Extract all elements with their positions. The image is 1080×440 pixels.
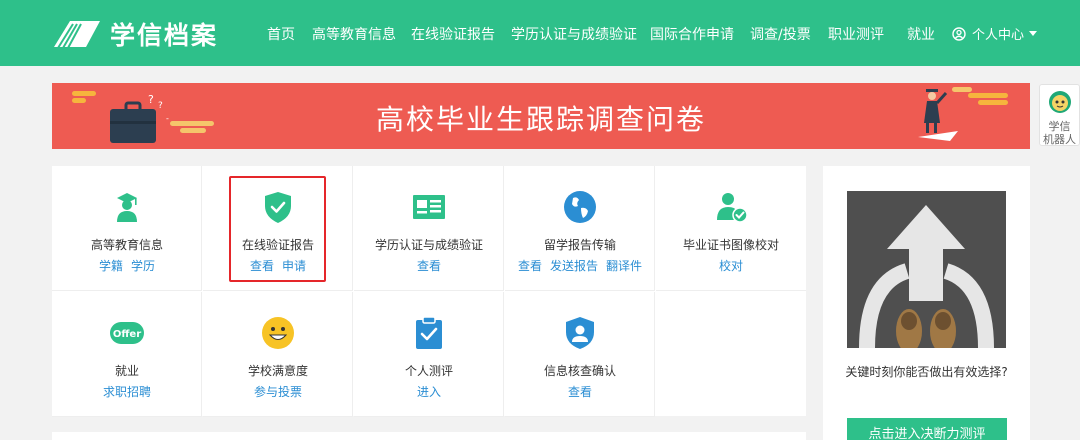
book-logo-icon: [54, 21, 100, 49]
nav-higher-education[interactable]: 高等教育信息: [312, 24, 396, 44]
nav-career-test[interactable]: 职业测评: [828, 24, 884, 44]
decision-test-ad: 关键时刻你能否做出有效选择? 点击进入决断力测评: [823, 166, 1030, 440]
service-title: 留学报告传输: [543, 238, 616, 252]
service-personal-assessment[interactable]: 个人测评 进入: [354, 292, 504, 417]
service-certification[interactable]: 学历认证与成绩验证 查看: [354, 166, 504, 291]
service-study-abroad-report[interactable]: 留学报告传输 查看 发送报告 翻译件: [505, 166, 655, 291]
graduate-figure-icon: [918, 89, 958, 141]
service-info-verification[interactable]: 信息核查确认 查看: [505, 292, 655, 417]
decor-stripe: [968, 93, 1008, 98]
nav-home[interactable]: 首页: [267, 24, 295, 44]
service-title: 学校满意度: [247, 364, 308, 378]
nav-online-report[interactable]: 在线验证报告: [411, 24, 495, 44]
highlight-annotation: [229, 176, 326, 282]
nav-survey[interactable]: 调查/投票: [750, 24, 811, 44]
service-grid: 高等教育信息 学籍 学历 在线验证报告 查看 申请 学历认证与成绩验证 查看 留…: [52, 166, 806, 417]
service-links: 学籍 学历: [52, 257, 202, 274]
chevron-down-icon: [1029, 31, 1038, 36]
service-certificate-image-check[interactable]: 毕业证书图像校对 校对: [656, 166, 806, 291]
top-header: 学信档案 首页 高等教育信息 在线验证报告 学历认证与成绩验证 国际合作申请 调…: [0, 0, 1080, 66]
offer-icon: Offer: [110, 322, 144, 344]
nav-certification[interactable]: 学历认证与成绩验证: [511, 24, 637, 44]
smiley-icon: [262, 317, 294, 349]
service-title: 高等教育信息: [90, 238, 163, 252]
service-higher-education[interactable]: 高等教育信息 学籍 学历: [52, 166, 202, 291]
user-circle-icon: [952, 26, 966, 41]
service-title: 个人测评: [404, 364, 453, 378]
globe-icon: [564, 191, 596, 223]
link-enter[interactable]: 进入: [417, 385, 441, 399]
robot-icon: [1048, 91, 1071, 113]
service-school-satisfaction[interactable]: 学校满意度 参与投票: [203, 292, 353, 417]
user-center-label: 个人中心: [972, 28, 1025, 43]
link-student-status[interactable]: 学籍: [99, 259, 123, 273]
link-view[interactable]: 查看: [518, 259, 542, 273]
service-links: 进入: [354, 383, 504, 400]
id-card-icon: [413, 195, 445, 219]
survey-banner[interactable]: ? ? - 高校毕业生跟踪调查问卷: [52, 83, 1030, 149]
service-title: 毕业证书图像校对: [682, 238, 779, 252]
robot-label-2: 机器人: [1043, 133, 1076, 146]
ad-caption: 关键时刻你能否做出有效选择?: [845, 365, 1008, 379]
service-employment[interactable]: Offer 就业 求职招聘: [52, 292, 202, 417]
clipboard-check-icon: [416, 316, 442, 349]
link-degree[interactable]: 学历: [131, 259, 155, 273]
link-vote[interactable]: 参与投票: [254, 385, 302, 399]
offer-icon-text: Offer: [113, 329, 141, 340]
service-title: 就业: [114, 364, 139, 378]
service-title: 学历认证与成绩验证: [374, 238, 483, 252]
user-center-menu[interactable]: 个人中心: [952, 24, 1038, 43]
robot-assistant[interactable]: 学信 机器人: [1039, 84, 1080, 146]
service-links: 查看 发送报告 翻译件: [505, 257, 655, 274]
arrow-road-icon: [847, 191, 1006, 348]
user-check-icon: [717, 193, 748, 223]
user-shield-icon: [566, 317, 594, 349]
link-send-report[interactable]: 发送报告: [550, 259, 598, 273]
graduate-icon: [117, 193, 137, 222]
start-decision-test-button[interactable]: 点击进入决断力测评: [847, 418, 1007, 440]
service-links: 校对: [656, 257, 806, 274]
brand-logo[interactable]: 学信档案: [52, 14, 218, 54]
service-links: 查看: [505, 383, 655, 400]
service-links: 查看: [354, 257, 504, 274]
link-translation[interactable]: 翻译件: [606, 259, 642, 273]
service-links: 参与投票: [203, 383, 353, 400]
nav-employment[interactable]: 就业: [907, 24, 935, 44]
arrow-road-photo[interactable]: [847, 191, 1006, 348]
brand-name: 学信档案: [110, 21, 219, 50]
banner-title: 高校毕业生跟踪调查问卷: [375, 103, 706, 136]
nav-international[interactable]: 国际合作申请: [650, 24, 734, 44]
link-view[interactable]: 查看: [568, 385, 592, 399]
link-check[interactable]: 校对: [719, 259, 743, 273]
link-view[interactable]: 查看: [417, 259, 441, 273]
service-links: 求职招聘: [52, 383, 202, 400]
decor-stripe: [978, 100, 1008, 105]
link-job-search[interactable]: 求职招聘: [103, 385, 151, 399]
decor-stripe: [72, 91, 96, 96]
robot-label-1: 学信: [1048, 120, 1071, 133]
content-card: [52, 432, 806, 440]
service-title: 信息核查确认: [543, 364, 616, 378]
